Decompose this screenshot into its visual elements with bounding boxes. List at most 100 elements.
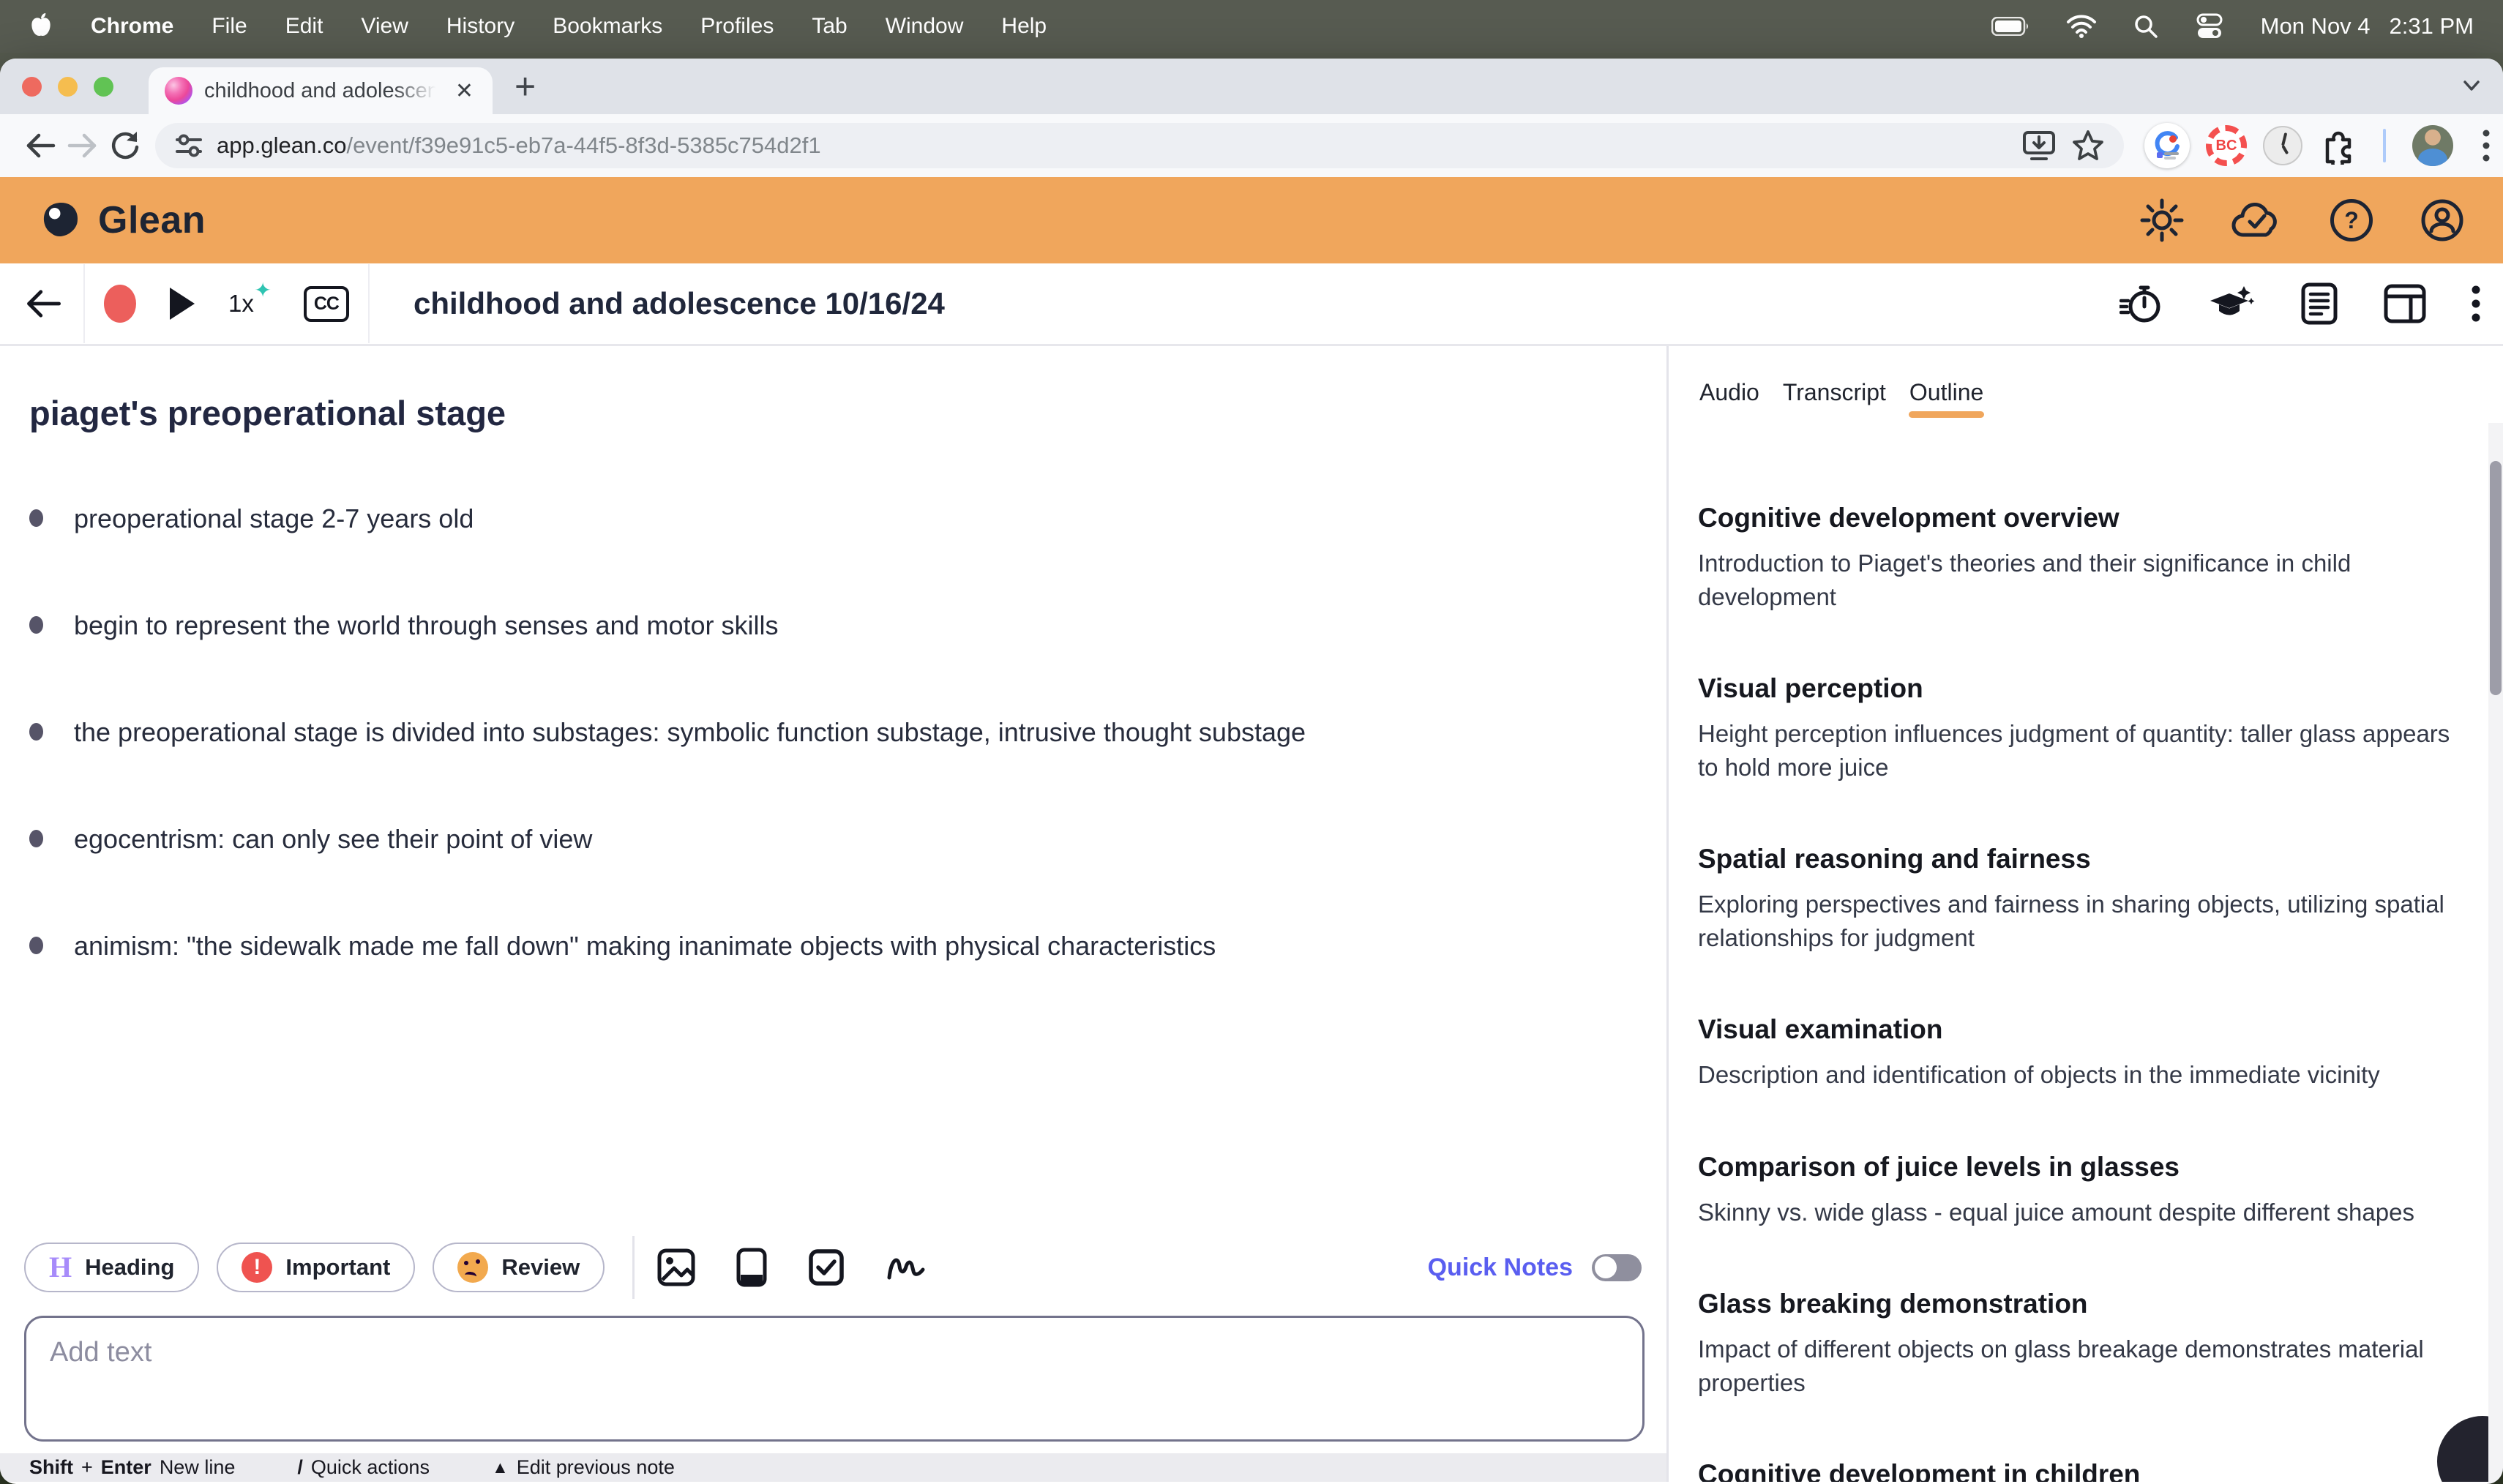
outline-section[interactable]: Comparison of juice levels in glasses Sk… bbox=[1698, 1152, 2469, 1229]
bullet-dot-icon bbox=[29, 937, 43, 954]
menu-item-bookmarks[interactable]: Bookmarks bbox=[553, 14, 662, 39]
tab-audio[interactable]: Audio bbox=[1699, 379, 1759, 427]
note-bullet[interactable]: egocentrism: can only see their point of… bbox=[29, 824, 1623, 855]
sparkle-icon: ✦ bbox=[254, 279, 272, 301]
section-title: Visual perception bbox=[1698, 673, 1923, 704]
glean-favicon bbox=[165, 77, 192, 105]
note-bullet-list: preoperational stage 2-7 years old begin… bbox=[29, 503, 1623, 962]
menu-item-chrome[interactable]: Chrome bbox=[91, 14, 173, 39]
outline-section[interactable]: Spatial reasoning and fairness Exploring… bbox=[1698, 844, 2469, 954]
tab-search-chevron-icon[interactable] bbox=[2461, 78, 2483, 94]
apple-menu-icon[interactable] bbox=[29, 12, 53, 40]
battery-icon[interactable] bbox=[1991, 17, 2029, 36]
thinking-face-icon bbox=[457, 1252, 489, 1283]
menu-item-help[interactable]: Help bbox=[1001, 14, 1047, 39]
extensions-puzzle-icon[interactable] bbox=[2319, 127, 2357, 165]
bookmark-star-icon[interactable] bbox=[2070, 128, 2106, 163]
theme-sun-icon[interactable] bbox=[2140, 198, 2184, 242]
note-heading[interactable]: piaget's preoperational stage bbox=[29, 393, 1623, 433]
add-text-input[interactable] bbox=[24, 1316, 1645, 1442]
extension-bc-icon[interactable]: BC bbox=[2206, 125, 2247, 166]
history-timer-icon[interactable] bbox=[2119, 282, 2163, 326]
note-bullet[interactable]: begin to represent the world through sen… bbox=[29, 610, 1623, 641]
section-title: Cognitive development in children bbox=[1698, 1459, 2141, 1482]
section-description: Skinny vs. wide glass - equal juice amou… bbox=[1698, 1198, 2414, 1226]
tab-outline[interactable]: Outline bbox=[1908, 379, 1985, 427]
bullet-dot-icon bbox=[29, 616, 43, 634]
record-button[interactable] bbox=[104, 285, 136, 323]
flashcard-icon[interactable] bbox=[736, 1247, 768, 1288]
chrome-menu-icon[interactable] bbox=[2481, 127, 2491, 164]
event-title: childhood and adolescence 10/16/24 bbox=[413, 286, 945, 321]
menu-item-window[interactable]: Window bbox=[886, 14, 964, 39]
minimize-window-button[interactable] bbox=[58, 76, 78, 97]
closed-captions-button[interactable]: CC bbox=[303, 285, 349, 322]
close-window-button[interactable] bbox=[22, 76, 42, 97]
extension-tasks-icon[interactable] bbox=[2144, 123, 2190, 168]
editor-toolbar-divider bbox=[632, 1236, 635, 1299]
important-button[interactable]: ! Important bbox=[217, 1243, 416, 1292]
notes-document-icon[interactable] bbox=[2300, 282, 2339, 326]
cloud-sync-icon[interactable] bbox=[2231, 200, 2283, 241]
spotlight-search-icon[interactable] bbox=[2133, 14, 2158, 39]
more-options-icon[interactable] bbox=[2471, 283, 2481, 324]
site-settings-icon[interactable] bbox=[173, 131, 205, 160]
menu-item-profiles[interactable]: Profiles bbox=[700, 14, 774, 39]
url-text[interactable]: app.glean.co/event/f39e91c5-eb7a-44f5-8f… bbox=[217, 132, 2008, 159]
scrollbar-thumb[interactable] bbox=[2490, 461, 2502, 695]
toolbar-separator bbox=[83, 264, 85, 343]
signature-scribble-icon[interactable] bbox=[885, 1248, 927, 1286]
section-title: Cognitive development overview bbox=[1698, 503, 2119, 533]
note-bullet[interactable]: preoperational stage 2-7 years old bbox=[29, 503, 1623, 534]
note-bullet[interactable]: the preoperational stage is divided into… bbox=[29, 717, 1623, 748]
menu-item-file[interactable]: File bbox=[212, 14, 247, 39]
playback-speed-button[interactable]: 1x ✦ bbox=[228, 279, 272, 318]
quick-notes-toggle[interactable] bbox=[1592, 1253, 1642, 1281]
extension-clock-icon[interactable] bbox=[2263, 126, 2302, 165]
maximize-window-button[interactable] bbox=[94, 76, 113, 97]
reload-icon[interactable] bbox=[104, 124, 146, 167]
outline-section[interactable]: Visual perception Height perception infl… bbox=[1698, 673, 2469, 784]
quick-notes-label: Quick Notes bbox=[1427, 1253, 1573, 1281]
menu-item-view[interactable]: View bbox=[361, 14, 408, 39]
task-checkbox-icon[interactable] bbox=[807, 1248, 845, 1287]
browser-window: childhood and adolescence 1 ✕ + app.glea… bbox=[0, 59, 2503, 1484]
outline-section[interactable]: Cognitive development overview Introduct… bbox=[1698, 503, 2469, 613]
wifi-icon[interactable] bbox=[2066, 15, 2097, 38]
outline-section[interactable]: Visual examination Description and ident… bbox=[1698, 1014, 2469, 1092]
section-title: Visual examination bbox=[1698, 1014, 1943, 1045]
url-omnibox[interactable]: app.glean.co/event/f39e91c5-eb7a-44f5-8f… bbox=[155, 123, 2124, 168]
browser-tab[interactable]: childhood and adolescence 1 ✕ bbox=[149, 67, 493, 114]
help-icon[interactable]: ? bbox=[2330, 199, 2373, 241]
back-arrow-icon[interactable] bbox=[22, 282, 64, 325]
control-center-icon[interactable] bbox=[2195, 13, 2224, 40]
section-title: Comparison of juice levels in glasses bbox=[1698, 1151, 2180, 1182]
notes-pane: piaget's preoperational stage preoperati… bbox=[0, 346, 1666, 1482]
back-icon[interactable] bbox=[19, 124, 61, 167]
outline-section[interactable]: Glass breaking demonstration Impact of d… bbox=[1698, 1289, 2469, 1399]
insert-image-icon[interactable] bbox=[656, 1248, 696, 1287]
outline-section[interactable]: Cognitive development in children Unders… bbox=[1698, 1459, 2469, 1482]
hint-edit-previous: ▲ Edit previous note bbox=[491, 1456, 675, 1478]
glean-logo[interactable]: Glean bbox=[38, 198, 206, 243]
layout-panel-icon[interactable] bbox=[2383, 283, 2427, 324]
play-button[interactable] bbox=[170, 288, 195, 320]
heading-button[interactable]: H Heading bbox=[24, 1243, 200, 1292]
review-button[interactable]: Review bbox=[433, 1243, 605, 1292]
tab-transcript[interactable]: Transcript bbox=[1783, 379, 1886, 427]
forward-icon[interactable] bbox=[61, 124, 104, 167]
menu-item-edit[interactable]: Edit bbox=[285, 14, 323, 39]
profile-avatar[interactable] bbox=[2412, 125, 2453, 166]
bullet-dot-icon bbox=[29, 723, 43, 741]
macos-menu-bar: Chrome File Edit View History Bookmarks … bbox=[0, 0, 2503, 53]
menu-item-tab[interactable]: Tab bbox=[812, 14, 847, 39]
menu-item-history[interactable]: History bbox=[446, 14, 515, 39]
account-icon[interactable] bbox=[2420, 198, 2465, 243]
study-tools-icon[interactable] bbox=[2207, 282, 2256, 326]
tab-close-icon[interactable]: ✕ bbox=[452, 78, 476, 104]
section-description: Height perception influences judgment of… bbox=[1698, 720, 2450, 781]
note-bullet[interactable]: animism: "the sidewalk made me fall down… bbox=[29, 931, 1623, 962]
address-bar: app.glean.co/event/f39e91c5-eb7a-44f5-8f… bbox=[0, 114, 2503, 177]
install-app-icon[interactable] bbox=[2020, 128, 2058, 163]
menu-bar-clock[interactable]: Mon Nov 4 2:31 PM bbox=[2261, 13, 2474, 40]
